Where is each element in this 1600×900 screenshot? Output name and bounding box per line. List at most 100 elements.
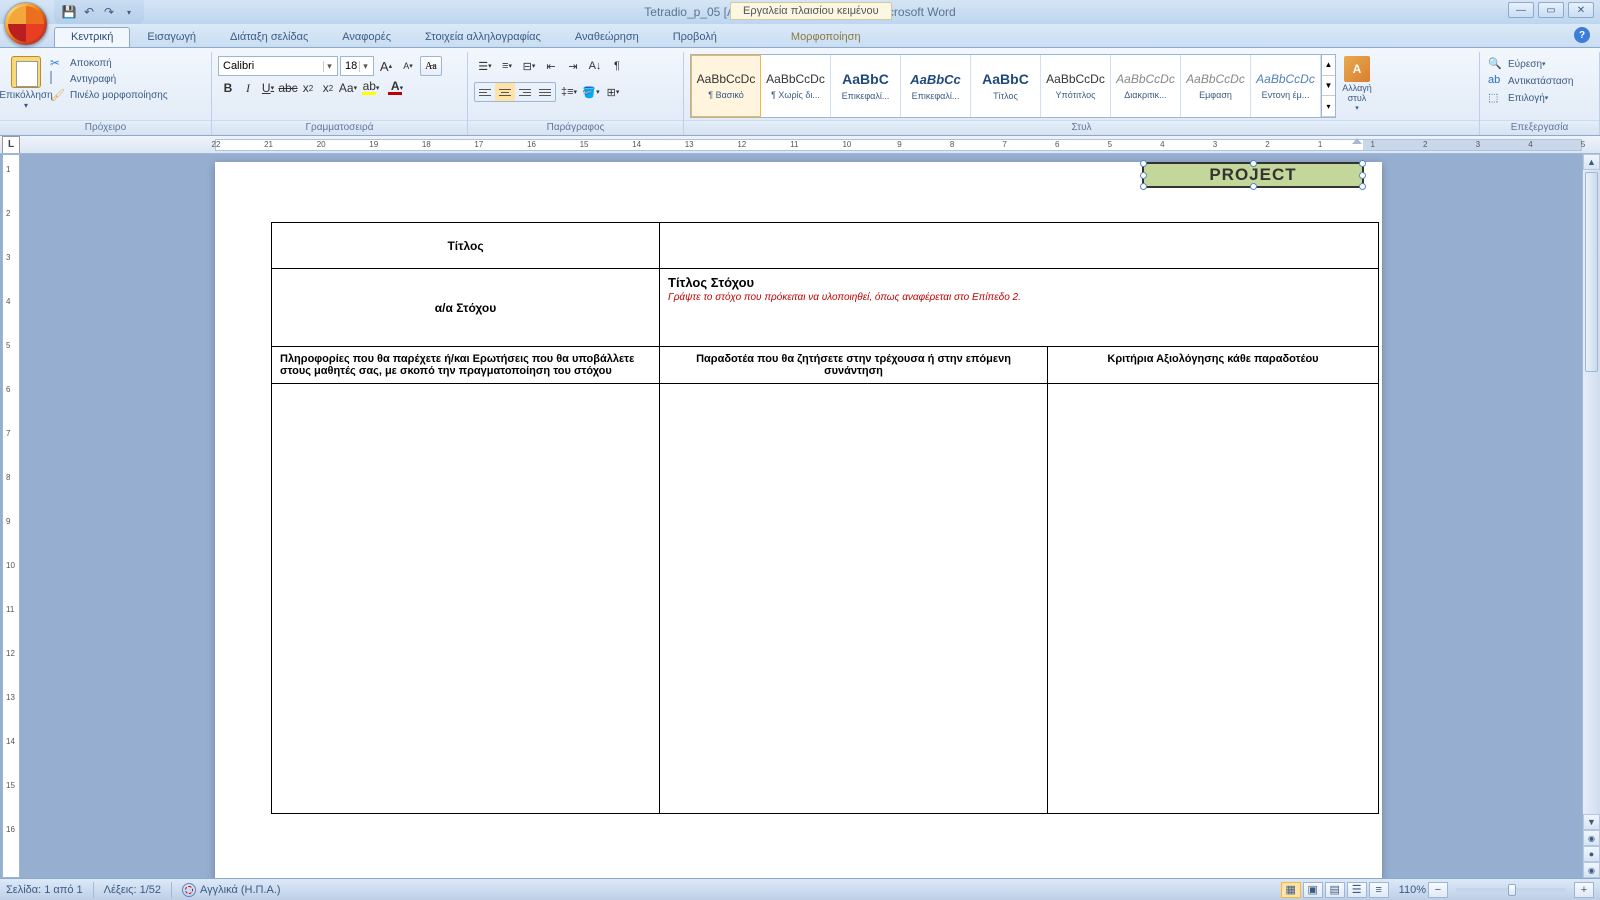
status-language[interactable]: Αγγλικά (Η.Π.Α.) (200, 884, 281, 896)
gallery-down[interactable]: ▼ (1322, 76, 1335, 97)
italic-button[interactable]: I (238, 78, 258, 98)
zoom-thumb[interactable] (1508, 884, 1516, 896)
style-Εντονη έμ...[interactable]: AaBbCcDcΕντονη έμ... (1251, 55, 1321, 117)
tab-pagelayout[interactable]: Διάταξη σελίδας (213, 27, 325, 47)
page[interactable]: PROJECT Τίτλος α/α ΣτόχουΤίτλος ΣτόχουΓρ… (215, 162, 1382, 878)
style-Τίτλος[interactable]: AaBbCΤίτλος (971, 55, 1041, 117)
print-layout-view[interactable]: ▦ (1281, 882, 1301, 898)
align-center-button[interactable] (495, 83, 515, 101)
close-button[interactable]: ✕ (1568, 2, 1594, 18)
underline-button[interactable]: U▾ (258, 78, 278, 98)
vertical-ruler[interactable]: 12345678910111213141516 (2, 154, 20, 878)
shading-button[interactable]: 🪣▾ (580, 82, 602, 102)
highlight-button[interactable]: ab▾ (358, 78, 384, 98)
decrease-indent-button[interactable]: ⇤ (540, 56, 562, 76)
show-marks-button[interactable]: ¶ (606, 56, 628, 76)
style-Επικεφαλί...[interactable]: AaBbCΕπικεφαλί... (831, 55, 901, 117)
grow-font-button[interactable]: A▴ (376, 56, 396, 76)
body-col1[interactable] (272, 384, 660, 814)
strike-button[interactable]: abc (278, 78, 298, 98)
draft-view[interactable]: ≡ (1369, 882, 1389, 898)
help-icon[interactable]: ? (1574, 27, 1590, 43)
replace-button[interactable]: abΑντικατάσταση (1486, 73, 1575, 89)
subscript-button[interactable]: x2 (298, 78, 318, 98)
scroll-up-button[interactable]: ▲ (1583, 154, 1600, 170)
tab-review[interactable]: Αναθεώρηση (558, 27, 656, 47)
web-view[interactable]: ▤ (1325, 882, 1345, 898)
numbering-button[interactable]: ≡▾ (496, 56, 518, 76)
tab-home[interactable]: Κεντρική (54, 27, 130, 47)
align-justify-button[interactable] (535, 83, 555, 101)
shrink-font-button[interactable]: A▾ (398, 56, 418, 76)
cell-goal-id[interactable]: α/α Στόχου (272, 269, 660, 347)
maximize-button[interactable]: ▭ (1538, 2, 1564, 18)
multilevel-button[interactable]: ⊟▾ (518, 56, 540, 76)
qat-more-icon[interactable]: ▾ (120, 3, 138, 21)
zoom-level[interactable]: 110% (1399, 884, 1426, 896)
resize-handle[interactable] (1140, 160, 1147, 167)
status-page[interactable]: Σελίδα: 1 από 1 (6, 884, 83, 896)
align-right-button[interactable] (515, 83, 535, 101)
chevron-down-icon[interactable]: ▾ (359, 61, 371, 72)
tab-references[interactable]: Αναφορές (325, 27, 408, 47)
minimize-button[interactable]: — (1508, 2, 1534, 18)
status-words[interactable]: Λέξεις: 1/52 (104, 884, 161, 896)
header-col2[interactable]: Παραδοτέα που θα ζητήσετε στην τρέχουσα … (660, 347, 1048, 384)
cell-goal-title[interactable]: Τίτλος ΣτόχουΓράψτε το στόχο που πρόκειτ… (660, 269, 1379, 347)
style-Εμφαση[interactable]: AaBbCcDcΕμφαση (1181, 55, 1251, 117)
zoom-in-button[interactable]: + (1574, 882, 1594, 898)
chevron-down-icon[interactable]: ▾ (323, 61, 335, 72)
sort-button[interactable]: A↓ (584, 56, 606, 76)
font-size-combo[interactable]: 18▾ (340, 56, 374, 76)
body-col2[interactable] (660, 384, 1048, 814)
style-¶ Χωρίς δι...[interactable]: AaBbCcDc¶ Χωρίς δι... (761, 55, 831, 117)
vertical-scrollbar[interactable]: ▲ ▼ ◉ ● ◉ (1582, 154, 1600, 878)
horizontal-ruler[interactable]: L 22212019181716151413121110987654321123… (0, 136, 1600, 154)
superscript-button[interactable]: x2 (318, 78, 338, 98)
change-styles-button[interactable]: A Αλλαγή στυλ ▾ (1336, 52, 1378, 116)
next-page-button[interactable]: ◉ (1583, 862, 1600, 878)
style-Επικεφαλί...[interactable]: AaBbCcΕπικεφαλί... (901, 55, 971, 117)
increase-indent-button[interactable]: ⇥ (562, 56, 584, 76)
document-table[interactable]: Τίτλος α/α ΣτόχουΤίτλος ΣτόχουΓράψτε το … (271, 222, 1379, 814)
body-col3[interactable] (1048, 384, 1379, 814)
scroll-thumb[interactable] (1585, 172, 1598, 372)
textbox-project[interactable]: PROJECT (1142, 162, 1364, 188)
undo-icon[interactable]: ↶ (80, 3, 98, 21)
gallery-more[interactable]: ▾ (1322, 96, 1335, 117)
format-painter-button[interactable]: 🖌Πινέλο μορφοποίησης (50, 88, 168, 102)
proofing-icon[interactable] (182, 883, 196, 897)
resize-handle[interactable] (1140, 183, 1147, 190)
scroll-down-button[interactable]: ▼ (1583, 814, 1600, 830)
resize-handle[interactable] (1359, 160, 1366, 167)
outline-view[interactable]: ☰ (1347, 882, 1367, 898)
tab-insert[interactable]: Εισαγωγή (130, 27, 213, 47)
gallery-up[interactable]: ▲ (1322, 55, 1335, 76)
prev-page-button[interactable]: ◉ (1583, 830, 1600, 846)
clear-format-button[interactable]: A̶a (420, 56, 442, 76)
resize-handle[interactable] (1359, 183, 1366, 190)
redo-icon[interactable]: ↷ (100, 3, 118, 21)
style-Διακριτικ...[interactable]: AaBbCcDcΔιακριτικ... (1111, 55, 1181, 117)
tab-selector[interactable]: L (2, 136, 20, 154)
bold-button[interactable]: B (218, 78, 238, 98)
tab-format-context[interactable]: Μορφοποίηση (774, 27, 878, 47)
bullets-button[interactable]: ☰▾ (474, 56, 496, 76)
resize-handle[interactable] (1250, 160, 1257, 167)
borders-button[interactable]: ⊞▾ (602, 82, 624, 102)
header-col3[interactable]: Κριτήρια Αξιολόγησης κάθε παραδοτέου (1048, 347, 1379, 384)
change-case-button[interactable]: Aa▾ (338, 78, 358, 98)
fullscreen-view[interactable]: ▣ (1303, 882, 1323, 898)
save-icon[interactable]: 💾 (60, 3, 78, 21)
find-button[interactable]: 🔍Εύρεση ▾ (1486, 56, 1575, 72)
font-color-button[interactable]: A▾ (384, 78, 410, 98)
office-button[interactable] (4, 2, 48, 46)
cell-title-label[interactable]: Τίτλος (272, 223, 660, 269)
resize-handle[interactable] (1359, 172, 1366, 179)
tab-view[interactable]: Προβολή (656, 27, 734, 47)
style-¶ Βασικό[interactable]: AaBbCcDc¶ Βασικό (691, 55, 761, 117)
resize-handle[interactable] (1250, 183, 1257, 190)
line-spacing-button[interactable]: ‡≡▾ (558, 82, 580, 102)
zoom-slider[interactable] (1456, 888, 1566, 892)
paste-button[interactable]: Επικόλληση ▾ (6, 52, 46, 110)
